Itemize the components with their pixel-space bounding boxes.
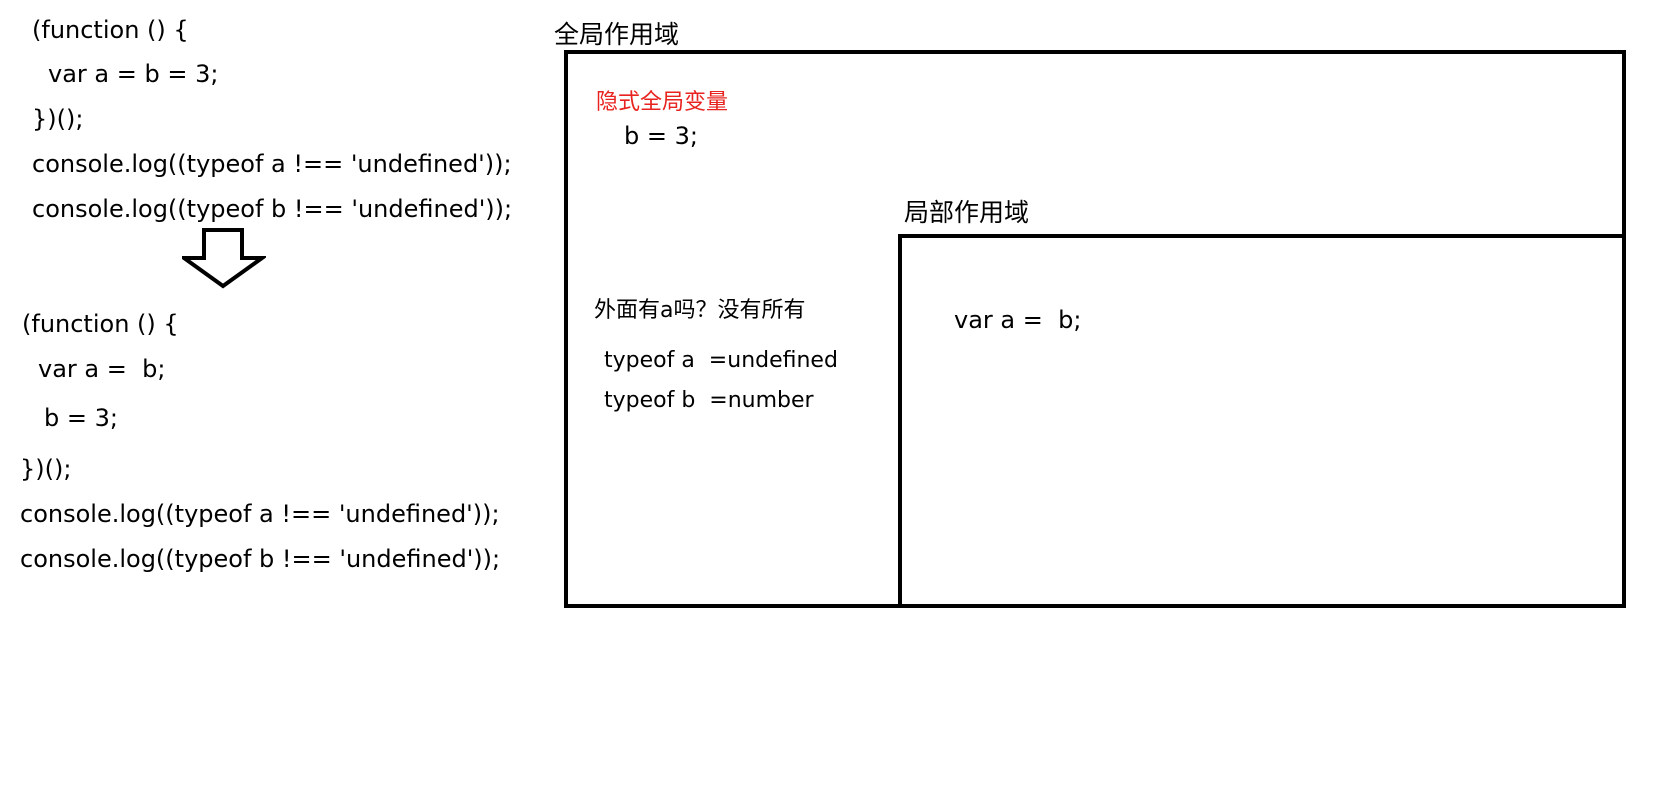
scope-question: 外面有a吗？没有所有 bbox=[594, 298, 806, 323]
typeof-a-result: typeof a =undefined bbox=[604, 348, 838, 373]
code-line: })(); bbox=[20, 455, 72, 483]
local-scope-box bbox=[898, 234, 1626, 608]
global-scope-title: 全局作用域 bbox=[554, 20, 680, 49]
implicit-global-label: 隐式全局变量 bbox=[596, 90, 729, 115]
implicit-global-code: b = 3; bbox=[624, 122, 698, 150]
code-line: })(); bbox=[32, 105, 84, 133]
code-line: var a = b = 3; bbox=[48, 60, 219, 88]
code-line: var a = b; bbox=[38, 355, 166, 383]
local-scope-title: 局部作用域 bbox=[904, 198, 1030, 227]
code-line: console.log((typeof b !== 'undefined')); bbox=[32, 195, 513, 223]
code-line: (function () { bbox=[22, 310, 179, 338]
code-line: console.log((typeof b !== 'undefined')); bbox=[20, 545, 501, 573]
down-arrow-icon bbox=[182, 228, 266, 289]
code-line: console.log((typeof a !== 'undefined')); bbox=[32, 150, 512, 178]
code-line: b = 3; bbox=[44, 404, 118, 432]
local-scope-code: var a = b; bbox=[954, 306, 1082, 334]
code-line: (function () { bbox=[32, 16, 189, 44]
typeof-b-result: typeof b =number bbox=[604, 388, 814, 413]
code-line: console.log((typeof a !== 'undefined')); bbox=[20, 500, 500, 528]
